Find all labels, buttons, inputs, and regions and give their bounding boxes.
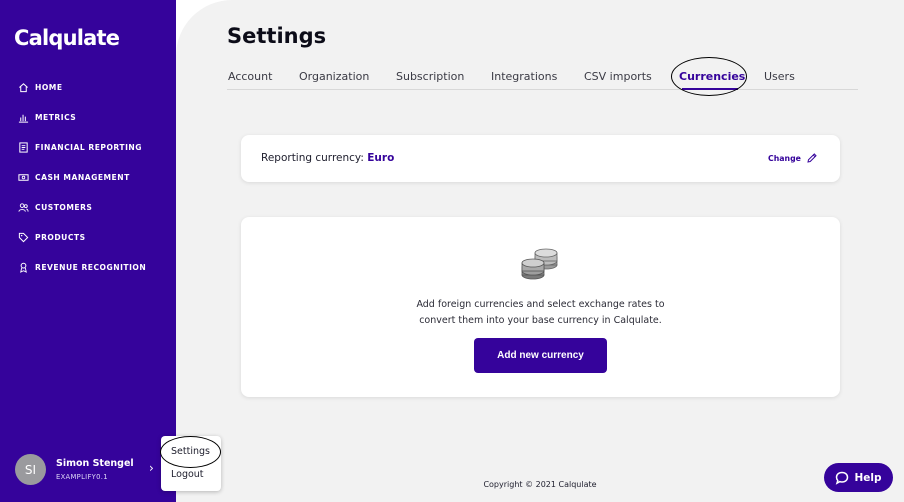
metrics-icon — [18, 112, 29, 123]
settings-tabs: Account Organization Subscription Integr… — [227, 57, 858, 96]
help-button[interactable]: Help — [824, 463, 893, 492]
sidebar-nav: HOME METRICS FINANCIAL REPORTING CASH MA… — [0, 72, 176, 282]
tab-account[interactable]: Account — [228, 70, 272, 83]
reporting-currency-label: Reporting currency: Euro — [261, 152, 394, 164]
chevron-right-icon[interactable]: › — [149, 461, 159, 475]
tab-currencies[interactable]: Currencies — [679, 70, 745, 83]
tab-users[interactable]: Users — [764, 70, 795, 83]
report-icon — [18, 141, 29, 153]
active-tab-indicator — [682, 88, 738, 90]
sidebar-item-financial-reporting[interactable]: FINANCIAL REPORTING — [0, 132, 176, 162]
tab-integrations[interactable]: Integrations — [491, 70, 557, 83]
reporting-label-text: Reporting currency: — [261, 152, 364, 164]
main-content: Settings Account Organization Subscripti… — [176, 0, 904, 502]
user-menu-popup: Settings Logout — [161, 436, 221, 491]
cash-icon — [18, 172, 29, 183]
pencil-icon — [807, 153, 817, 163]
tab-organization[interactable]: Organization — [299, 70, 369, 83]
change-label: Change — [768, 153, 801, 163]
sidebar-item-label: CUSTOMERS — [35, 202, 93, 212]
sidebar-item-metrics[interactable]: METRICS — [0, 102, 176, 132]
menu-item-settings[interactable]: Settings — [171, 446, 210, 457]
coins-icon — [521, 248, 558, 280]
sidebar-item-label: REVENUE RECOGNITION — [35, 262, 147, 272]
user-profile[interactable]: SI Simon Stengel EXAMPLIFY0.1 › — [15, 454, 165, 485]
sidebar-item-label: PRODUCTS — [35, 232, 86, 242]
footer-copyright: Copyright © 2021 Calqulate — [483, 480, 597, 489]
sidebar-item-products[interactable]: PRODUCTS — [0, 222, 176, 252]
tab-subscription[interactable]: Subscription — [396, 70, 464, 83]
empty-state-line-2: convert them into your base currency in … — [419, 315, 662, 326]
sidebar-item-cash-management[interactable]: CASH MANAGEMENT — [0, 162, 176, 192]
avatar: SI — [15, 454, 46, 485]
empty-state-description: Add foreign currencies and select exchan… — [241, 297, 840, 329]
chat-bubble-icon — [836, 471, 849, 485]
sidebar-item-label: FINANCIAL REPORTING — [35, 142, 143, 152]
sidebar-item-label: HOME — [35, 82, 63, 92]
tab-csv-imports[interactable]: CSV imports — [584, 70, 652, 83]
sidebar: Calqulate HOME METRICS FINANCIAL REPORTI… — [0, 0, 176, 502]
page-title: Settings — [227, 24, 327, 48]
empty-state-line-1: Add foreign currencies and select exchan… — [416, 299, 665, 310]
user-name: Simon Stengel — [56, 458, 134, 469]
tag-icon — [18, 232, 29, 243]
add-new-currency-button[interactable]: Add new currency — [474, 338, 607, 373]
app-logo: Calqulate — [14, 26, 120, 50]
menu-item-logout[interactable]: Logout — [171, 469, 204, 480]
sidebar-item-home[interactable]: HOME — [0, 72, 176, 102]
home-icon — [18, 82, 29, 93]
customers-icon — [18, 202, 29, 213]
help-label: Help — [854, 471, 882, 484]
currencies-empty-state: Add foreign currencies and select exchan… — [241, 217, 840, 397]
user-organization: EXAMPLIFY0.1 — [56, 473, 108, 481]
sidebar-item-revenue-recognition[interactable]: REVENUE RECOGNITION — [0, 252, 176, 282]
sidebar-item-label: METRICS — [35, 112, 77, 122]
revenue-icon — [18, 262, 29, 273]
sidebar-item-customers[interactable]: CUSTOMERS — [0, 192, 176, 222]
sidebar-item-label: CASH MANAGEMENT — [35, 172, 130, 182]
change-button[interactable]: Change — [768, 152, 818, 164]
reporting-currency-value: Euro — [367, 152, 395, 164]
user-info: Simon Stengel EXAMPLIFY0.1 — [56, 458, 134, 481]
reporting-currency-card: Reporting currency: Euro Change — [241, 135, 840, 182]
